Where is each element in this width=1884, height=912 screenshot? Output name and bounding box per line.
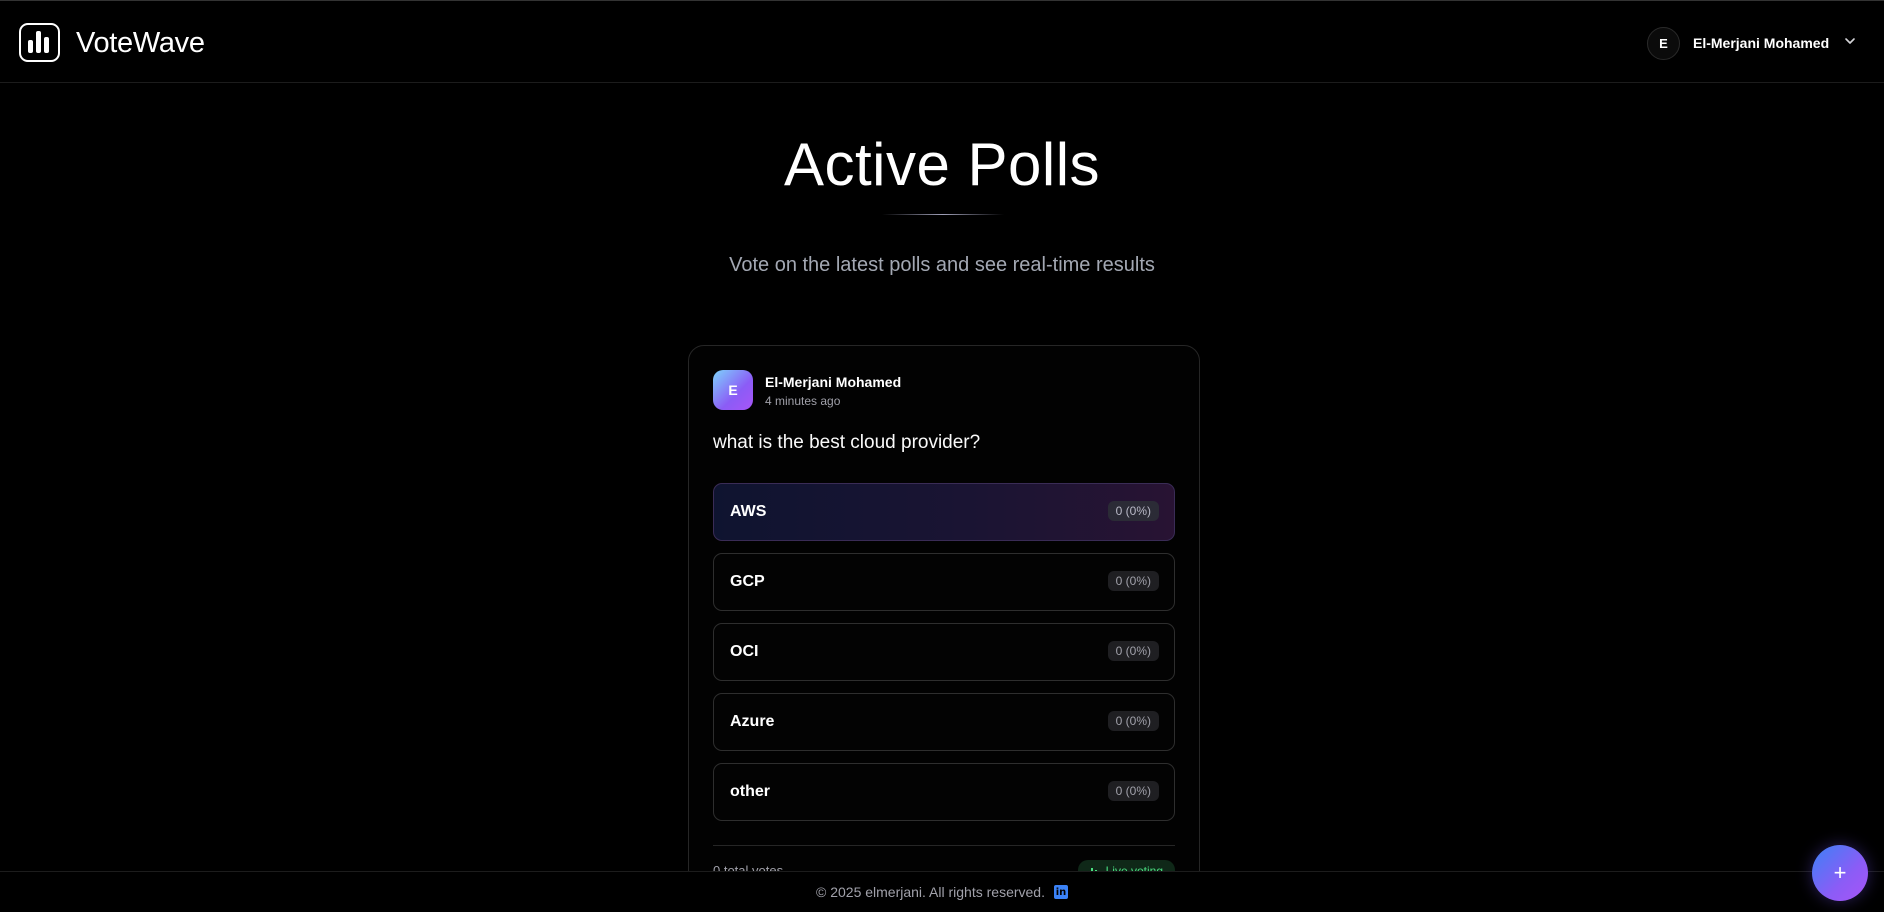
poll-card: E El-Merjani Mohamed 4 minutes ago what …: [688, 345, 1200, 905]
author-name: El-Merjani Mohamed: [765, 374, 902, 390]
top-navbar: VoteWave E El-Merjani Mohamed: [0, 1, 1884, 83]
option-label: Azure: [730, 713, 775, 730]
footer: © 2025 elmerjani. All rights reserved. i…: [0, 871, 1884, 912]
card-divider: [713, 845, 1175, 846]
poll-option-oci[interactable]: OCI 0 (0%): [713, 623, 1175, 681]
user-name: El-Merjani Mohamed: [1693, 35, 1830, 51]
bar-chart-icon[interactable]: [19, 23, 60, 62]
create-poll-button[interactable]: +: [1812, 845, 1868, 901]
post-timestamp: 4 minutes ago: [765, 394, 841, 408]
poll-option-other[interactable]: other 0 (0%): [713, 763, 1175, 821]
option-label: AWS: [730, 503, 767, 520]
app-name[interactable]: VoteWave: [76, 27, 205, 60]
linkedin-icon[interactable]: in: [1053, 885, 1068, 899]
option-vote-count: 0 (0%): [1107, 501, 1159, 521]
option-vote-count: 0 (0%): [1107, 781, 1159, 801]
option-label: OCI: [730, 643, 759, 660]
plus-icon: +: [1833, 860, 1847, 885]
page-subtitle: Vote on the latest polls and see real-ti…: [729, 254, 1155, 276]
title-underline: [882, 214, 1004, 215]
option-vote-count: 0 (0%): [1107, 711, 1159, 731]
poll-option-azure[interactable]: Azure 0 (0%): [713, 693, 1175, 751]
chevron-down-icon: [1845, 38, 1855, 44]
copyright-text: © 2025 elmerjani. All rights reserved.: [816, 884, 1045, 900]
poll-option-aws[interactable]: AWS 0 (0%): [713, 483, 1175, 541]
option-label: GCP: [730, 573, 765, 590]
option-label: other: [730, 783, 770, 800]
option-vote-count: 0 (0%): [1107, 641, 1159, 661]
author-avatar: E: [713, 370, 753, 410]
poll-question: what is the best cloud provider?: [713, 432, 981, 453]
option-vote-count: 0 (0%): [1107, 571, 1159, 591]
user-avatar: E: [1647, 26, 1680, 60]
page-title: Active Polls: [783, 131, 1101, 198]
user-menu-button[interactable]: E El-Merjani Mohamed: [1647, 26, 1857, 60]
poll-option-gcp[interactable]: GCP 0 (0%): [713, 553, 1175, 611]
